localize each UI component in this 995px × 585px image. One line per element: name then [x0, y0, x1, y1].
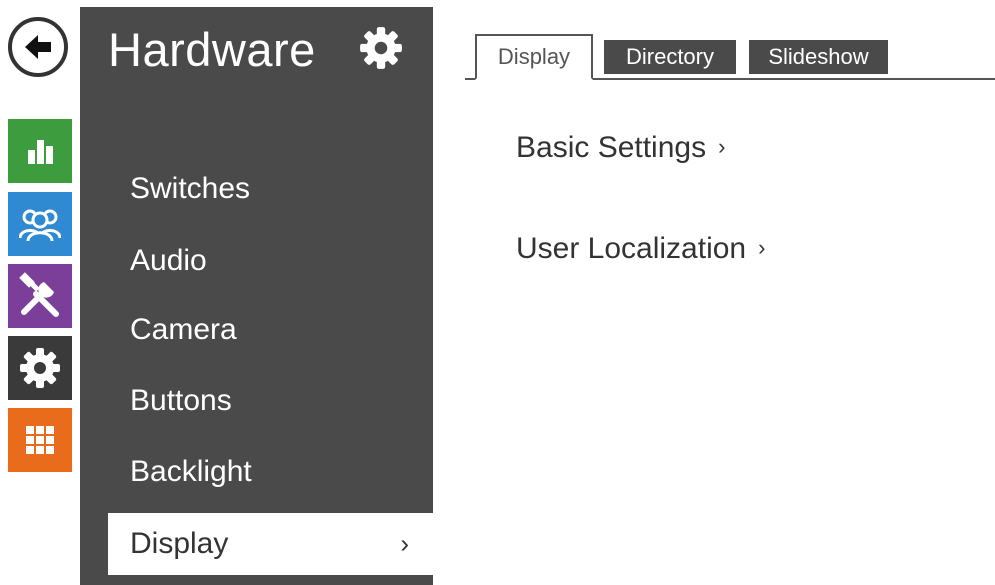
- sidebar-item-display[interactable]: Display ›: [108, 513, 433, 575]
- basic-settings-link[interactable]: Basic Settings ›: [516, 131, 725, 165]
- sidebar-item-label: Backlight: [130, 455, 252, 488]
- gear-icon[interactable]: [358, 25, 404, 71]
- sidebar-item-label: Buttons: [130, 384, 232, 417]
- sidebar-item-label: Audio: [130, 244, 207, 277]
- arrow-left-icon: [25, 35, 51, 59]
- rail-system-button[interactable]: [8, 408, 72, 472]
- app-root: Hardware Switches Audio Camera Buttons B…: [0, 0, 995, 585]
- rail-status-button[interactable]: [8, 119, 72, 183]
- sidebar-item-audio[interactable]: Audio: [80, 230, 433, 292]
- sidebar-item-buttons[interactable]: Buttons: [80, 370, 433, 432]
- chevron-right-icon: ›: [758, 235, 766, 260]
- section-label: Basic Settings: [516, 131, 707, 164]
- sidebar-item-label: Switches: [130, 172, 251, 205]
- sidebar-item-label: Display: [130, 527, 229, 560]
- sidebar-item-switches[interactable]: Switches: [80, 158, 433, 220]
- user-localization-link[interactable]: User Localization ›: [516, 232, 765, 266]
- hardware-sidebar: Hardware Switches Audio Camera Buttons B…: [80, 7, 433, 585]
- sidebar-item-backlight[interactable]: Backlight: [80, 441, 433, 503]
- sidebar-item-camera[interactable]: Camera: [80, 299, 433, 361]
- tab-slideshow[interactable]: Slideshow: [749, 40, 888, 74]
- system-grid-icon: [26, 426, 54, 454]
- hardware-gear-icon: [20, 348, 60, 388]
- status-chart-icon: [28, 140, 53, 164]
- tab-directory[interactable]: Directory: [604, 40, 736, 74]
- icon-rail: [0, 0, 80, 585]
- rail-directory-button[interactable]: [8, 192, 72, 256]
- chevron-right-icon: ›: [400, 528, 409, 559]
- rail-services-button[interactable]: [8, 264, 72, 328]
- chevron-right-icon: ›: [718, 134, 726, 159]
- tab-display[interactable]: Display: [475, 34, 593, 80]
- sidebar-item-label: Camera: [130, 313, 237, 346]
- users-icon: [19, 209, 61, 242]
- back-button[interactable]: [8, 17, 68, 77]
- services-tools-icon: [19, 272, 59, 317]
- tab-bar: Display Directory Slideshow: [465, 34, 995, 80]
- sidebar-title: Hardware: [108, 23, 316, 76]
- section-label: User Localization: [516, 232, 747, 265]
- rail-hardware-button[interactable]: [8, 336, 72, 400]
